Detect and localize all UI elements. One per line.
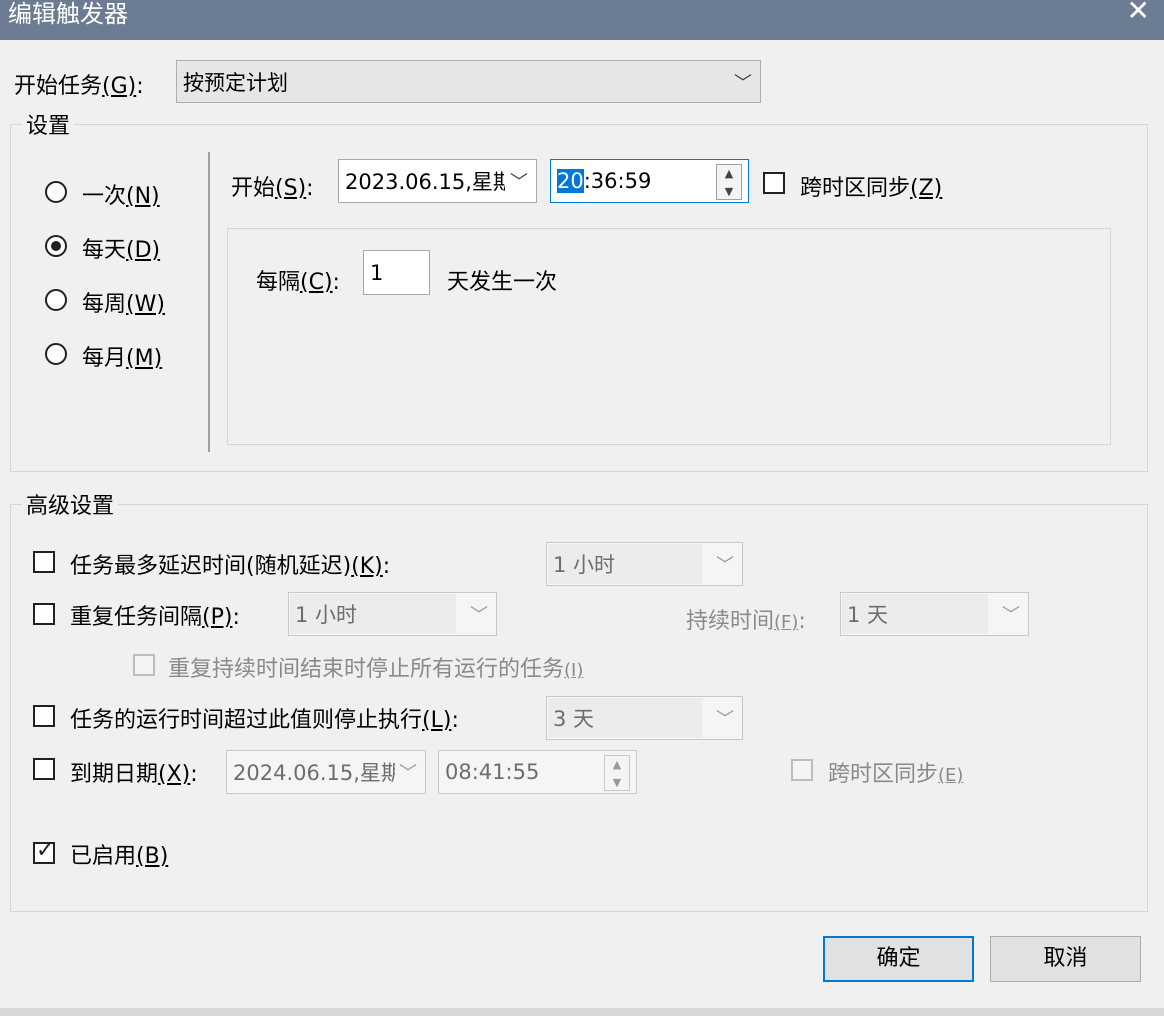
expire-label: 到期日期(X): bbox=[70, 762, 198, 787]
interval-suffix: 天发生一次 bbox=[447, 270, 558, 295]
chevron-down-icon: ﹀ bbox=[1002, 605, 1020, 626]
radio-monthly[interactable] bbox=[45, 343, 67, 365]
start-date-value: 2023.06.15,星期 bbox=[345, 170, 505, 194]
start-date-picker[interactable]: 2023.06.15,星期 ﹀ bbox=[338, 159, 537, 203]
interval-value: 1 bbox=[370, 260, 384, 285]
stop-after-value: 3 天 bbox=[553, 707, 595, 731]
spin-up-icon[interactable]: ▲ bbox=[717, 165, 741, 183]
expire-date-value: 2024.06.15,星期 bbox=[233, 761, 395, 785]
settings-legend: 设置 bbox=[22, 108, 75, 140]
title-bar bbox=[0, 0, 1164, 40]
start-time-input[interactable]: 20:36:59 ▲ ▼ bbox=[550, 159, 749, 203]
chevron-down-icon: ﹀ bbox=[399, 763, 417, 784]
sync-timezone-checkbox[interactable] bbox=[763, 172, 785, 194]
repeat-select[interactable]: 1 小时 ﹀ bbox=[288, 592, 497, 636]
expire-date-picker[interactable]: 2024.06.15,星期 ﹀ bbox=[226, 750, 426, 794]
repeat-checkbox[interactable] bbox=[33, 603, 55, 625]
repeat-value: 1 小时 bbox=[295, 603, 358, 627]
radio-monthly-label: 每月(M) bbox=[82, 346, 163, 371]
spin-up-icon[interactable]: ▲ bbox=[605, 756, 629, 774]
chevron-down-icon: ﹀ bbox=[510, 172, 528, 193]
enabled-checkbox[interactable] bbox=[33, 838, 55, 864]
spin-down-icon[interactable]: ▼ bbox=[717, 183, 741, 201]
expire-time-value: 08:41:55 bbox=[445, 760, 540, 784]
delay-checkbox[interactable] bbox=[33, 551, 55, 573]
advanced-legend: 高级设置 bbox=[22, 488, 119, 520]
radio-daily-label: 每天(D) bbox=[82, 238, 161, 263]
chevron-down-icon: ﹀ bbox=[470, 605, 488, 626]
sync-timezone-label: 跨时区同步(Z) bbox=[800, 176, 943, 201]
stop-after-select[interactable]: 3 天 ﹀ bbox=[546, 696, 743, 740]
enabled-label: 已启用(B) bbox=[70, 844, 169, 869]
start-time-spinner[interactable]: ▲ ▼ bbox=[716, 164, 742, 200]
radio-weekly[interactable] bbox=[45, 289, 67, 311]
radio-daily[interactable] bbox=[45, 235, 67, 257]
close-icon[interactable]: ✕ bbox=[1127, 0, 1150, 27]
settings-divider bbox=[208, 152, 210, 452]
chevron-down-icon: ﹀ bbox=[734, 72, 752, 94]
expire-time-input[interactable]: 08:41:55 ▲ ▼ bbox=[438, 750, 637, 794]
expire-sync-checkbox[interactable] bbox=[791, 759, 813, 781]
ok-button[interactable]: 确定 bbox=[823, 936, 974, 982]
start-label: 开始(S): bbox=[231, 176, 314, 201]
chevron-down-icon: ﹀ bbox=[716, 555, 734, 576]
stop-after-label: 任务的运行时间超过此值则停止执行(L): bbox=[70, 708, 459, 733]
expire-checkbox[interactable] bbox=[33, 758, 55, 780]
interval-input[interactable]: 1 bbox=[363, 250, 430, 295]
stop-after-checkbox[interactable] bbox=[33, 705, 55, 727]
window-title: 编辑触发器 bbox=[8, 0, 128, 28]
expire-sync-label: 跨时区同步(E) bbox=[828, 762, 964, 787]
stop-all-label: 重复持续时间结束时停止所有运行的任务(I) bbox=[168, 657, 584, 682]
stop-all-checkbox[interactable] bbox=[133, 654, 155, 676]
start-task-value: 按预定计划 bbox=[183, 70, 288, 95]
delay-value: 1 小时 bbox=[553, 553, 616, 577]
start-task-label: 开始任务(G): bbox=[14, 74, 144, 99]
start-time-value: 20:36:59 bbox=[557, 169, 652, 193]
radio-once-label: 一次(N) bbox=[82, 184, 160, 209]
radio-once[interactable] bbox=[45, 181, 67, 203]
start-task-select[interactable]: 按预定计划 ﹀ bbox=[176, 60, 761, 103]
bottom-edge bbox=[0, 1008, 1164, 1016]
chevron-down-icon: ﹀ bbox=[716, 709, 734, 730]
cancel-button[interactable]: 取消 bbox=[990, 936, 1141, 982]
expire-time-spinner[interactable]: ▲ ▼ bbox=[604, 755, 630, 791]
duration-label: 持续时间(F): bbox=[686, 609, 806, 634]
repeat-label: 重复任务间隔(P): bbox=[70, 605, 240, 630]
recurrence-box bbox=[227, 228, 1111, 445]
duration-value: 1 天 bbox=[847, 603, 889, 627]
interval-label: 每隔(C): bbox=[256, 270, 340, 295]
delay-select[interactable]: 1 小时 ﹀ bbox=[546, 542, 743, 586]
radio-weekly-label: 每周(W) bbox=[82, 292, 165, 317]
delay-label: 任务最多延迟时间(随机延迟)(K): bbox=[70, 554, 391, 579]
spin-down-icon[interactable]: ▼ bbox=[605, 774, 629, 792]
duration-select[interactable]: 1 天 ﹀ bbox=[840, 592, 1029, 636]
